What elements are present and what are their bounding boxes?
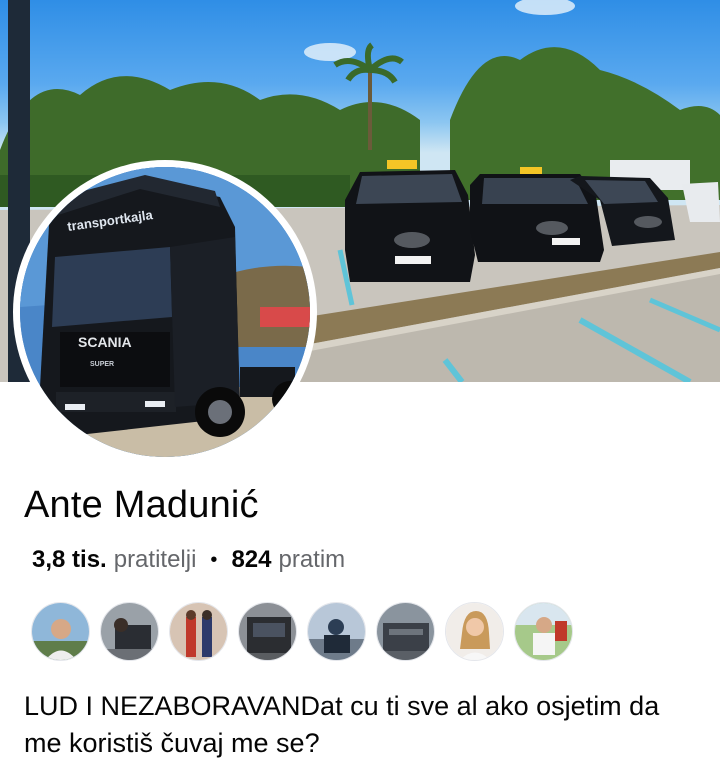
profile-picture[interactable]: transportkajla SCANIA SUPER xyxy=(13,160,317,464)
profile-bio: LUD I NEZABORAVANDat cu ti sve al ako os… xyxy=(24,691,660,758)
followers-link[interactable]: 3,8 tis. pratitelji xyxy=(32,546,196,574)
friend-avatar-5[interactable] xyxy=(307,602,366,661)
friend-avatar-2[interactable] xyxy=(100,602,159,661)
mutual-friends-row xyxy=(31,602,573,661)
profile-stats: 3,8 tis. pratitelji • 824 pratim xyxy=(32,546,345,574)
stats-separator: • xyxy=(210,548,218,571)
followers-label: pratitelji xyxy=(113,546,197,573)
friend-avatar-3[interactable] xyxy=(169,602,228,661)
profile-name: Ante Madunić xyxy=(24,484,259,526)
following-count: 824 xyxy=(231,546,272,573)
truck-brand-text: SCANIA xyxy=(78,334,132,350)
friend-avatar-4[interactable] xyxy=(238,602,297,661)
following-link[interactable]: 824 pratim xyxy=(231,546,345,574)
friend-avatar-8[interactable] xyxy=(514,602,573,661)
friend-avatar-7[interactable] xyxy=(445,602,504,661)
following-label: pratim xyxy=(278,546,346,573)
friend-avatar-1[interactable] xyxy=(31,602,90,661)
followers-count: 3,8 tis. xyxy=(32,546,107,573)
friend-avatar-6[interactable] xyxy=(376,602,435,661)
truck-model-text: SUPER xyxy=(90,361,114,368)
